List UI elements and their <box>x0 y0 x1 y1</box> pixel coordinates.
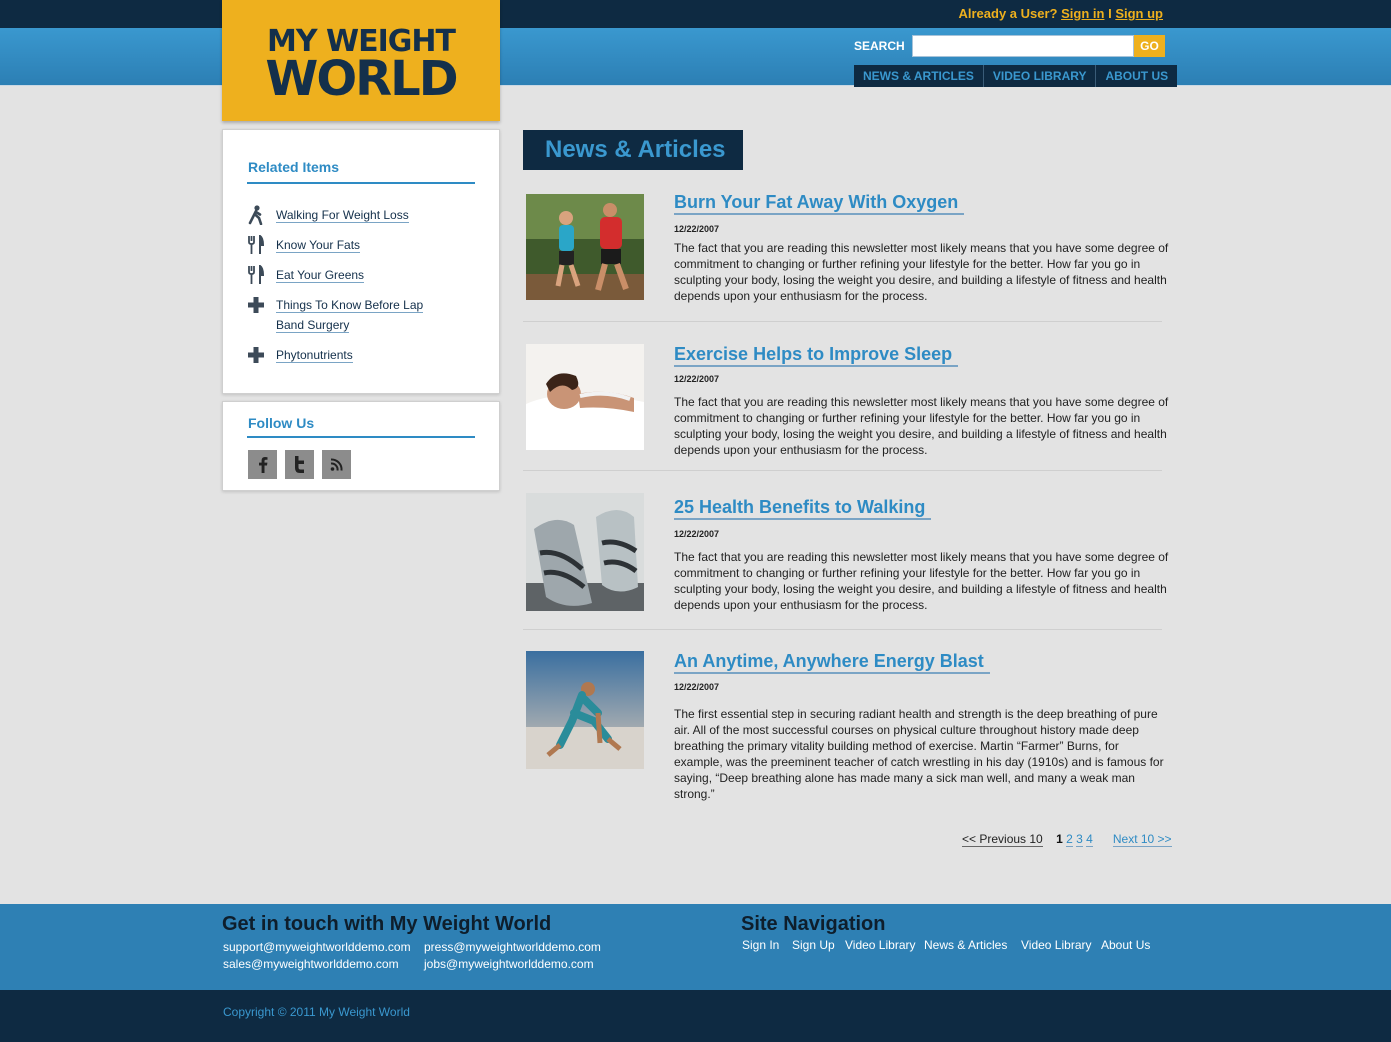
footer-nav-title: Site Navigation <box>741 913 886 935</box>
article-item: 25 Health Benefits to Walking 12/22/2007… <box>523 493 1168 613</box>
medical-cross-icon <box>248 297 264 313</box>
article-thumbnail-runners[interactable] <box>526 194 644 300</box>
article-divider <box>523 321 1162 322</box>
email-jobs-link[interactable]: jobs@myweightworlddemo.com <box>424 957 594 971</box>
article-date: 12/22/2007 <box>674 374 720 384</box>
email-press-link[interactable]: press@myweightworlddemo.com <box>424 940 601 954</box>
footer: Get in touch with My Weight World suppor… <box>0 904 1391 990</box>
email-support-link[interactable]: support@myweightworlddemo.com <box>223 940 411 954</box>
article-title[interactable]: 25 Health Benefits to Walking <box>674 496 932 520</box>
header-band <box>0 28 1391 86</box>
rss-icon[interactable] <box>322 450 351 479</box>
related-item-link: Walking For Weight Loss <box>276 208 409 223</box>
article-thumbnail-shoes[interactable] <box>526 493 644 611</box>
article-item: Exercise Helps to Improve Sleep 12/22/20… <box>523 343 1168 457</box>
footer-nav-news-articles[interactable]: News & Articles <box>924 938 1007 952</box>
logo-line-2: WORLD <box>265 51 458 107</box>
section-title: News & Articles <box>523 130 743 170</box>
footer-nav-about-us[interactable]: About Us <box>1101 938 1150 952</box>
main-nav: NEWS & ARTICLES VIDEO LIBRARY ABOUT US <box>854 65 1178 87</box>
pagination: << Previous 10 1 2 3 4 Next 10 >> <box>962 832 1172 847</box>
footer-contact-title: Get in touch with My Weight World <box>222 913 552 935</box>
article-summary: The first essential step in securing rad… <box>674 707 1164 801</box>
fork-knife-icon <box>248 235 265 254</box>
copyright-text: Copyright © 2011 My Weight World <box>223 1005 410 1019</box>
article-date: 12/22/2007 <box>674 529 720 539</box>
article-divider <box>523 629 1162 630</box>
facebook-icon[interactable] <box>248 450 277 479</box>
article-title[interactable]: An Anytime, Anywhere Energy Blast <box>674 650 990 674</box>
pager-next[interactable]: Next 10 >> <box>1112 832 1172 847</box>
related-item-link: Know Your Fats <box>276 238 361 253</box>
related-items-panel: Related Items Walking For Weight Loss Kn… <box>222 129 500 394</box>
related-item-link: Eat Your Greens <box>276 268 365 283</box>
nav-about-us[interactable]: ABOUT US <box>1096 65 1177 87</box>
article-summary: The fact that you are reading this newsl… <box>674 395 1169 457</box>
nav-video-library[interactable]: VIDEO LIBRARY <box>984 65 1097 87</box>
article-date: 12/22/2007 <box>674 682 720 692</box>
twitter-icon[interactable] <box>285 450 314 479</box>
article-summary: The fact that you are reading this newsl… <box>674 550 1169 612</box>
article-item: An Anytime, Anywhere Energy Blast 12/22/… <box>523 650 1168 801</box>
user-bar: Already a User? Sign in I Sign up <box>958 6 1163 21</box>
article-thumbnail-sleep[interactable] <box>526 344 644 450</box>
related-items-rule <box>247 182 475 184</box>
related-item-link: Phytonutrients <box>276 348 353 363</box>
footer-nav-video-library[interactable]: Video Library <box>845 938 916 952</box>
search-label: SEARCH <box>854 39 905 53</box>
article-date: 12/22/2007 <box>674 224 720 234</box>
walking-icon <box>248 205 263 225</box>
search-input[interactable] <box>912 35 1134 57</box>
fork-knife-icon <box>248 265 265 284</box>
copyright-bar: Copyright © 2011 My Weight World <box>0 990 1391 1042</box>
footer-nav-sign-up[interactable]: Sign Up <box>792 938 835 952</box>
already-user-label: Already a User? <box>958 6 1058 21</box>
article-title[interactable]: Burn Your Fat Away With Oxygen <box>674 191 965 215</box>
follow-us-panel: Follow Us <box>222 401 500 491</box>
related-items-title: Related Items <box>248 159 340 175</box>
footer-nav-sign-in[interactable]: Sign In <box>742 938 779 952</box>
nav-news-articles[interactable]: NEWS & ARTICLES <box>854 65 984 87</box>
pager-current: 1 <box>1056 832 1063 846</box>
pager-previous[interactable]: << Previous 10 <box>962 832 1043 847</box>
related-item-link: Things To Know Before Lap Band Surgery <box>276 298 424 333</box>
pager-page[interactable]: 4 <box>1086 832 1093 847</box>
article-divider <box>523 470 1162 471</box>
email-sales-link[interactable]: sales@myweightworlddemo.com <box>223 957 399 971</box>
article-item: Burn Your Fat Away With Oxygen 12/22/200… <box>523 191 1169 304</box>
medical-cross-icon <box>248 347 264 363</box>
article-title[interactable]: Exercise Helps to Improve Sleep <box>674 343 959 367</box>
user-bar-separator: I <box>1108 6 1112 21</box>
pager-page[interactable]: 3 <box>1076 832 1083 847</box>
search-go-button[interactable]: GO <box>1134 35 1165 57</box>
article-thumbnail-sprinter[interactable] <box>526 651 644 769</box>
top-bar <box>0 0 1391 28</box>
site-logo[interactable]: MY WEIGHT WORLD <box>222 0 500 121</box>
sign-up-link[interactable]: Sign up <box>1115 6 1163 21</box>
footer-nav-video-library-2[interactable]: Video Library <box>1021 938 1092 952</box>
follow-us-rule <box>247 436 475 438</box>
follow-us-title: Follow Us <box>248 415 315 431</box>
pager-page[interactable]: 2 <box>1066 832 1073 847</box>
article-summary: The fact that you are reading this newsl… <box>674 241 1169 303</box>
sign-in-link[interactable]: Sign in <box>1061 6 1104 21</box>
